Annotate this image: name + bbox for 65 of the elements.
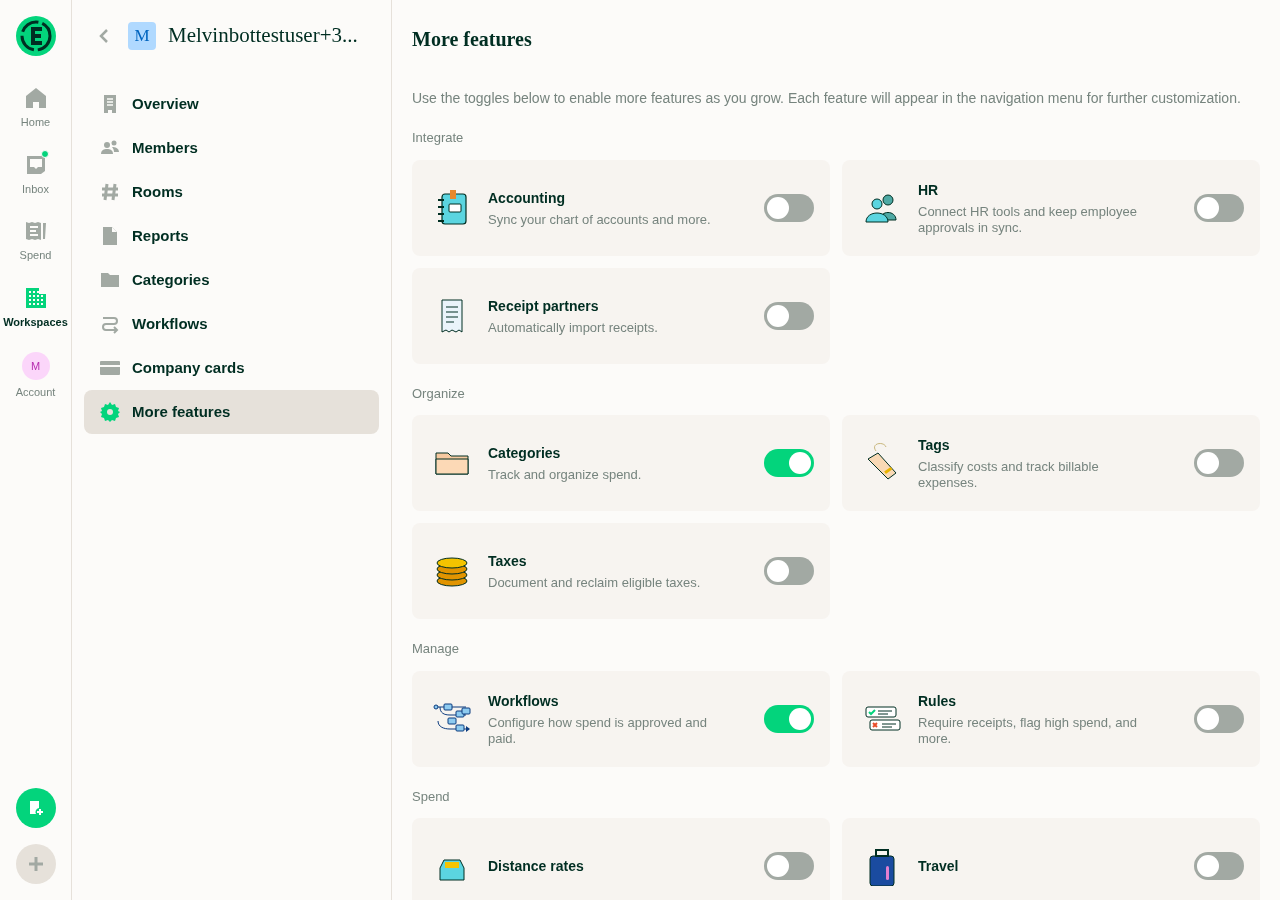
section-heading: Organize [412, 384, 466, 403]
feature-title: Distance rates [488, 856, 585, 876]
feature-title: Tags [918, 436, 951, 455]
feature-title: Travel [918, 856, 960, 876]
feature-title: Categories [488, 444, 562, 463]
feature-title: Receipt partners [488, 296, 600, 316]
receipt-plus-icon [27, 800, 44, 816]
sidebar-item[interactable]: Rooms [84, 170, 379, 214]
feature-title: Workflows [488, 691, 560, 711]
section-heading: Manage [412, 640, 460, 658]
feature-toggle[interactable] [764, 449, 814, 477]
feature-description: Require receipts, flag high spend, and more. [918, 714, 1138, 747]
feature-title: Accounting [488, 188, 566, 208]
feature-toggle[interactable] [1194, 852, 1244, 880]
feature-toggle[interactable] [764, 704, 814, 733]
file-icon [100, 226, 120, 246]
section-heading: Integrate [412, 129, 465, 147]
hash-icon [100, 182, 120, 202]
workspace-avatar: M [128, 22, 156, 50]
feature-description: Automatically import receipts. [488, 319, 659, 336]
feature-toggle[interactable] [1194, 449, 1244, 477]
sidebar-item[interactable]: Company cards [84, 346, 379, 390]
feature-toggle[interactable] [764, 557, 814, 585]
sidebar-item[interactable]: Categories [84, 258, 379, 302]
feature-title: Rules [918, 691, 958, 711]
feature-description: Configure how spend is approved and paid. [488, 714, 708, 747]
home-icon [23, 86, 48, 110]
logo-icon[interactable] [15, 16, 56, 56]
rail-tab[interactable]: Home [0, 86, 71, 131]
chevron-left-icon [99, 29, 109, 43]
feature-description: Document and reclaim eligible taxes. [488, 575, 702, 591]
feature-description: Track and organize spend. [488, 467, 643, 483]
rail-tab[interactable]: Inbox [0, 152, 71, 197]
feature-title: Taxes [488, 552, 528, 571]
sidebar-item[interactable]: Members [84, 126, 379, 170]
feature-toggle[interactable] [1194, 704, 1244, 733]
feature-description: Connect HR tools and keep employee approvals in sync. [918, 203, 1138, 236]
gear-icon [100, 402, 120, 422]
plus-icon [27, 856, 44, 872]
sidebar-item[interactable]: Overview [84, 82, 379, 126]
section-heading: Spend [412, 787, 451, 806]
avatar: M [21, 352, 50, 380]
rail-tab[interactable]: M Account [0, 352, 71, 401]
feature-toggle[interactable] [764, 852, 814, 880]
folder-icon [100, 270, 120, 290]
create-expense-button[interactable] [15, 788, 56, 828]
feature-toggle[interactable] [1194, 193, 1244, 222]
feature-description: Classify costs and track billable expenses. [918, 459, 1100, 491]
card-icon [100, 358, 120, 378]
receipt-icon [23, 219, 48, 243]
sidebar-item[interactable]: More features [84, 390, 379, 434]
feature-description: Sync your chart of accounts and more. [488, 211, 712, 228]
sidebar-item[interactable]: Workflows [84, 302, 379, 346]
workspace-name: Melvinbottestuser+3... [168, 22, 358, 50]
add-button[interactable] [15, 844, 56, 884]
rail-tab[interactable]: Spend [0, 219, 71, 264]
feature-toggle[interactable] [764, 301, 814, 330]
route-icon [100, 314, 120, 334]
sidebar-item[interactable]: Reports [84, 214, 379, 258]
feature-toggle[interactable] [764, 193, 814, 222]
feature-title: HR [918, 180, 940, 200]
building-icon [23, 285, 48, 310]
rail-tab[interactable]: Workspaces [0, 285, 71, 330]
intro-text: Use the toggles below to enable more features as you grow. Each feature will appear in the navigation menu for further customization. [412, 89, 1242, 108]
page-title: More features [412, 27, 533, 52]
